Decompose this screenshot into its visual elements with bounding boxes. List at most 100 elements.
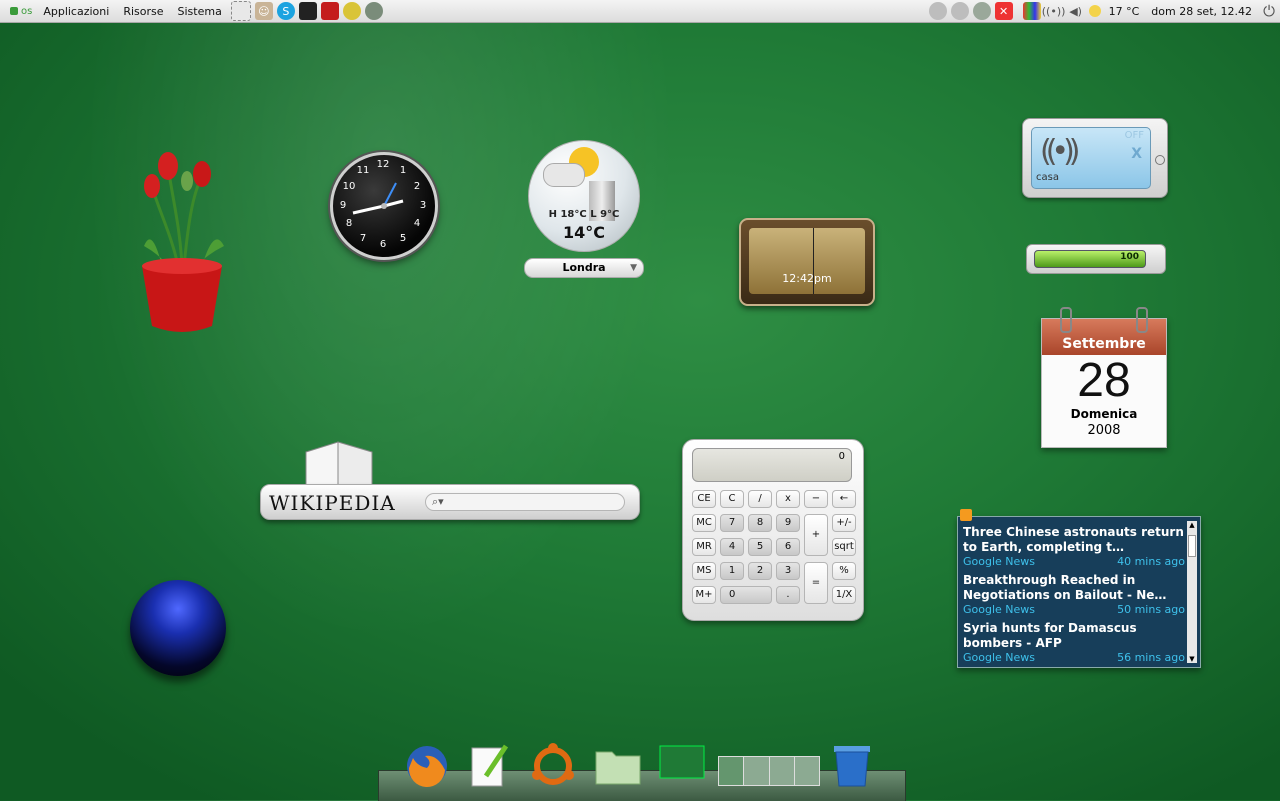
- calc-key-0[interactable]: 0: [720, 586, 772, 604]
- calc-key-2[interactable]: 2: [748, 562, 772, 580]
- gray-icon-2[interactable]: [950, 2, 969, 20]
- calc-key-7[interactable]: 7: [720, 514, 744, 532]
- calc-key-sqrt[interactable]: sqrt: [832, 538, 856, 556]
- calc-key-divide[interactable]: /: [748, 490, 772, 508]
- scroll-up-icon[interactable]: ▲: [1187, 521, 1197, 529]
- calc-key-5[interactable]: 5: [748, 538, 772, 556]
- menu-applicazioni[interactable]: Applicazioni: [36, 5, 116, 18]
- gray-icon-1[interactable]: [928, 2, 947, 20]
- workspace-switcher[interactable]: [718, 756, 820, 786]
- app-eye-icon[interactable]: [364, 2, 383, 20]
- calc-key-6[interactable]: 6: [776, 538, 800, 556]
- calculator-display: 0: [692, 448, 852, 482]
- calc-key-mc[interactable]: MC: [692, 514, 716, 532]
- weather-sun-icon[interactable]: [1088, 5, 1101, 17]
- rss-icon[interactable]: [960, 509, 972, 521]
- app-red-icon[interactable]: [320, 2, 339, 20]
- wifi-state[interactable]: OFF: [1125, 130, 1144, 141]
- calc-key-8[interactable]: 8: [748, 514, 772, 532]
- calc-key-ce[interactable]: CE: [692, 490, 716, 508]
- calc-key-negate[interactable]: +/-: [832, 514, 856, 532]
- trash-icon[interactable]: [828, 742, 876, 790]
- ubuntu-icon[interactable]: [529, 742, 577, 790]
- news-source[interactable]: Google News: [963, 555, 1035, 568]
- news-item[interactable]: Three Chinese astronauts return to Earth…: [963, 525, 1185, 568]
- calc-key-3[interactable]: 3: [776, 562, 800, 580]
- analog-clock-widget[interactable]: 12 1 2 3 4 5 6 7 8 9 10 11: [330, 152, 438, 260]
- workspace-4[interactable]: [794, 757, 819, 785]
- top-panel: os Applicazioni Risorse Sistema ☺ S ✕ ((…: [0, 0, 1280, 23]
- world-clock-widget[interactable]: 12:42pm: [739, 218, 875, 306]
- calc-key-reciprocal[interactable]: 1/X: [832, 586, 856, 604]
- users-icon[interactable]: ☺: [254, 2, 273, 20]
- book-icon: [304, 438, 374, 491]
- text-editor-icon[interactable]: [466, 742, 514, 790]
- weather-widget[interactable]: H 18°C L 9°C 14°C Londra ▼: [524, 140, 644, 280]
- calc-key-plus[interactable]: +: [804, 514, 828, 556]
- news-item[interactable]: Syria hunts for Damascus bombers - AFP G…: [963, 621, 1185, 664]
- workspace-3[interactable]: [769, 757, 795, 785]
- firefox-icon[interactable]: [403, 742, 451, 790]
- calendar-ring-right: [1136, 307, 1148, 333]
- workspace-2[interactable]: [744, 757, 770, 785]
- calc-key-4[interactable]: 4: [720, 538, 744, 556]
- wifi-screen: ((•)) OFF X casa: [1031, 127, 1151, 189]
- close-red-icon[interactable]: ✕: [994, 2, 1013, 20]
- app-globe-icon[interactable]: [342, 2, 361, 20]
- blue-orb-widget[interactable]: [130, 580, 226, 676]
- volume-icon[interactable]: ◀): [1067, 2, 1085, 20]
- wikipedia-widget[interactable]: WIKIPEDIA ⌕▾: [260, 484, 640, 520]
- calc-key-ms[interactable]: MS: [692, 562, 716, 580]
- menu-sistema[interactable]: Sistema: [171, 5, 229, 18]
- wifi-widget[interactable]: ((•)) OFF X casa: [1022, 118, 1168, 198]
- calc-key-multiply[interactable]: x: [776, 490, 800, 508]
- calc-key-mr[interactable]: MR: [692, 538, 716, 556]
- calc-key-9[interactable]: 9: [776, 514, 800, 532]
- calc-key-percent[interactable]: %: [832, 562, 856, 580]
- skype-icon[interactable]: S: [276, 2, 295, 20]
- folder-icon[interactable]: [594, 742, 642, 790]
- news-scrollbar[interactable]: ▲ ▼: [1187, 521, 1197, 663]
- wireless-icon[interactable]: ((•)): [1042, 2, 1066, 20]
- news-source[interactable]: Google News: [963, 603, 1035, 616]
- calculator-widget[interactable]: 0 CE C / x − ← MC 7 8 9 + +/- MR 4 5 6 s…: [682, 439, 864, 621]
- panel-clock[interactable]: dom 28 set, 12.42: [1145, 5, 1258, 18]
- news-title[interactable]: Syria hunts for Damascus bombers - AFP: [963, 621, 1185, 651]
- news-source[interactable]: Google News: [963, 651, 1035, 664]
- scroll-thumb[interactable]: [1188, 535, 1196, 557]
- calc-key-1[interactable]: 1: [720, 562, 744, 580]
- weather-city-selector[interactable]: Londra ▼: [524, 258, 644, 278]
- tulip-plant-widget[interactable]: [132, 146, 232, 336]
- calc-key-minus[interactable]: −: [804, 490, 828, 508]
- wifi-knob-icon[interactable]: [1155, 155, 1165, 165]
- news-item[interactable]: Breakthrough Reached in Negotiations on …: [963, 573, 1185, 616]
- menu-risorse[interactable]: Risorse: [116, 5, 170, 18]
- chevron-down-icon[interactable]: ▼: [630, 259, 637, 277]
- calc-key-dot[interactable]: .: [776, 586, 800, 604]
- wifi-close-button[interactable]: X: [1131, 146, 1142, 162]
- network-colors-icon[interactable]: [1022, 2, 1041, 20]
- power-icon[interactable]: ⏻: [1260, 2, 1278, 20]
- gray-icon-3[interactable]: [972, 2, 991, 20]
- calc-key-backspace[interactable]: ←: [832, 490, 856, 508]
- world-clock-time: 12:42pm: [782, 272, 832, 285]
- news-title[interactable]: Three Chinese astronauts return to Earth…: [963, 525, 1185, 555]
- calc-key-mplus[interactable]: M+: [692, 586, 716, 604]
- panel-weather-temp[interactable]: 17 °C: [1103, 5, 1146, 18]
- search-icon[interactable]: ⌕▾: [432, 495, 444, 509]
- terminal-icon[interactable]: [298, 2, 317, 20]
- screenshot-icon[interactable]: [230, 1, 251, 21]
- calendar-widget[interactable]: Settembre 28 Domenica 2008: [1041, 307, 1167, 448]
- desktop-icon[interactable]: [658, 742, 706, 790]
- workspace-1[interactable]: [719, 757, 745, 785]
- scroll-down-icon[interactable]: ▼: [1187, 655, 1197, 663]
- battery-bar: 100: [1034, 250, 1146, 268]
- news-age: 50 mins ago: [1117, 603, 1185, 616]
- calc-key-equals[interactable]: =: [804, 562, 828, 604]
- news-title[interactable]: Breakthrough Reached in Negotiations on …: [963, 573, 1185, 603]
- os-logo-icon[interactable]: [10, 7, 18, 15]
- calc-key-c[interactable]: C: [720, 490, 744, 508]
- battery-widget[interactable]: 100: [1026, 244, 1166, 274]
- news-feed-widget[interactable]: Three Chinese astronauts return to Earth…: [957, 509, 1201, 668]
- wikipedia-search-input[interactable]: ⌕▾: [425, 493, 625, 511]
